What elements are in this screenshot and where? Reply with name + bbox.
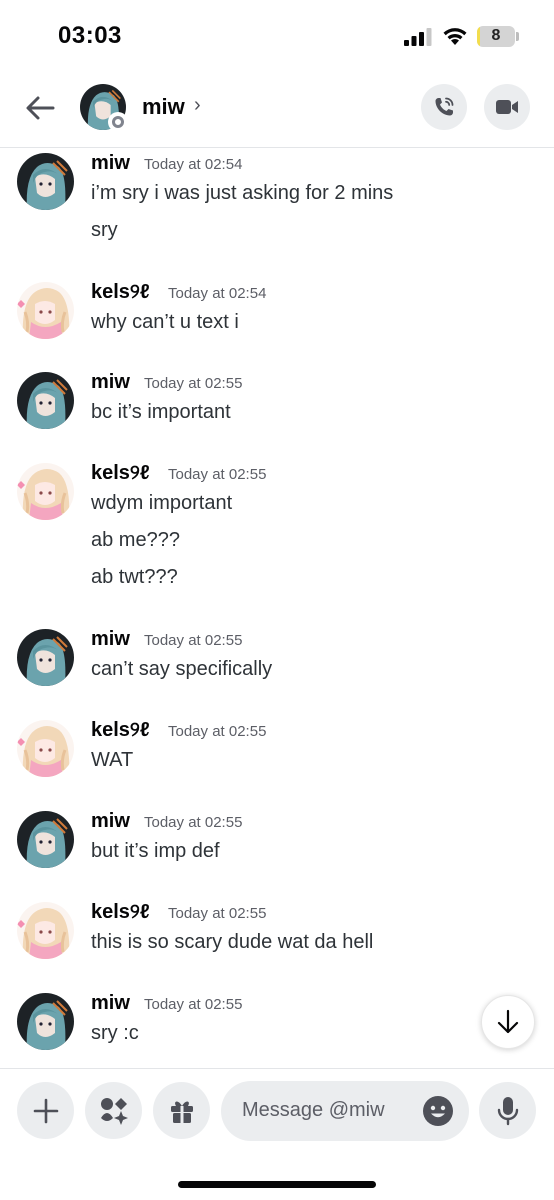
message-timestamp: Today at 02:55 <box>144 375 243 392</box>
avatar[interactable] <box>17 902 74 959</box>
kels-avatar-image <box>17 282 74 339</box>
battery-tip <box>516 32 519 41</box>
message-text[interactable]: ab twt??? <box>91 566 178 589</box>
avatar[interactable] <box>17 463 74 520</box>
apps-button[interactable] <box>85 1082 142 1139</box>
message-text[interactable]: WAT <box>91 749 133 772</box>
message-text[interactable]: sry :c <box>91 1022 139 1045</box>
message-timestamp: Today at 02:55 <box>144 996 243 1013</box>
chevron-right-icon[interactable]: › <box>194 94 201 117</box>
voice-message-button[interactable] <box>479 1082 536 1139</box>
battery-level: 8 <box>491 27 501 44</box>
message-timestamp: Today at 02:55 <box>144 814 243 831</box>
home-indicator[interactable] <box>178 1181 376 1188</box>
miw-avatar-image <box>17 153 74 210</box>
gift-icon <box>170 1100 193 1123</box>
message-author[interactable]: kels୨ℓ <box>91 719 150 742</box>
message-text[interactable]: ab me??? <box>91 529 180 552</box>
message-author[interactable]: miw <box>91 371 130 394</box>
miw-avatar-image <box>17 372 74 429</box>
message-author[interactable]: miw <box>91 992 130 1015</box>
kels-avatar-image <box>17 463 74 520</box>
message-author[interactable]: kels୨ℓ <box>91 462 150 485</box>
message-text[interactable]: can’t say specifically <box>91 658 272 681</box>
video-call-button[interactable] <box>484 84 530 130</box>
back-arrow-icon <box>26 96 55 120</box>
microphone-icon <box>497 1096 518 1125</box>
message-text[interactable]: this is so scary dude wat da hell <box>91 931 373 954</box>
message-text[interactable]: why can’t u text i <box>91 311 239 334</box>
kels-avatar-image <box>17 720 74 777</box>
jump-to-bottom-button[interactable] <box>481 995 535 1049</box>
message-author[interactable]: kels୨ℓ <box>91 281 150 304</box>
message-timestamp: Today at 02:55 <box>168 723 267 740</box>
arrow-down-icon <box>497 1009 519 1034</box>
avatar[interactable] <box>17 372 74 429</box>
message-input-placeholder: Message @miw <box>242 1099 385 1121</box>
message-text[interactable]: but it’s imp def <box>91 840 220 863</box>
status-time: 03:03 <box>58 22 122 49</box>
avatar[interactable] <box>17 720 74 777</box>
phone-call-icon <box>435 97 454 116</box>
voice-call-button[interactable] <box>421 84 467 130</box>
attach-button[interactable] <box>17 1082 74 1139</box>
miw-avatar-image <box>17 629 74 686</box>
back-button[interactable] <box>18 86 62 130</box>
message-author[interactable]: kels୨ℓ <box>91 901 150 924</box>
message-timestamp: Today at 02:54 <box>168 285 267 302</box>
gift-button[interactable] <box>153 1082 210 1139</box>
header-username[interactable]: miw <box>142 94 185 120</box>
message-author[interactable]: miw <box>91 152 130 175</box>
miw-avatar-image <box>17 811 74 868</box>
message-input[interactable]: Message @miw <box>221 1081 469 1141</box>
battery-icon: 8 <box>477 26 515 47</box>
message-timestamp: Today at 02:55 <box>144 632 243 649</box>
signal-icon <box>404 28 432 46</box>
message-text[interactable]: sry <box>91 219 118 242</box>
status-bar: 03:03 8 <box>0 0 554 72</box>
miw-avatar-image <box>17 993 74 1050</box>
message-text[interactable]: bc it’s important <box>91 401 231 424</box>
avatar[interactable] <box>17 282 74 339</box>
video-camera-icon <box>496 100 518 114</box>
message-text[interactable]: i’m sry i was just asking for 2 mins <box>91 182 393 205</box>
message-text[interactable]: wdym important <box>91 492 232 515</box>
avatar[interactable] <box>17 153 74 210</box>
avatar[interactable] <box>17 629 74 686</box>
emoji-icon[interactable] <box>422 1095 454 1127</box>
message-timestamp: Today at 02:55 <box>168 466 267 483</box>
message-timestamp: Today at 02:55 <box>168 905 267 922</box>
message-composer: Message @miw <box>0 1068 554 1200</box>
avatar[interactable] <box>17 811 74 868</box>
plus-icon <box>33 1098 58 1123</box>
kels-avatar-image <box>17 902 74 959</box>
chat-header: miw › <box>0 72 554 148</box>
avatar[interactable] <box>17 993 74 1050</box>
message-author[interactable]: miw <box>91 628 130 651</box>
message-timestamp: Today at 02:54 <box>144 156 243 173</box>
message-author[interactable]: miw <box>91 810 130 833</box>
offline-status-indicator <box>108 112 128 132</box>
apps-icon <box>100 1097 128 1125</box>
wifi-icon <box>443 28 467 45</box>
header-avatar[interactable] <box>80 84 128 132</box>
